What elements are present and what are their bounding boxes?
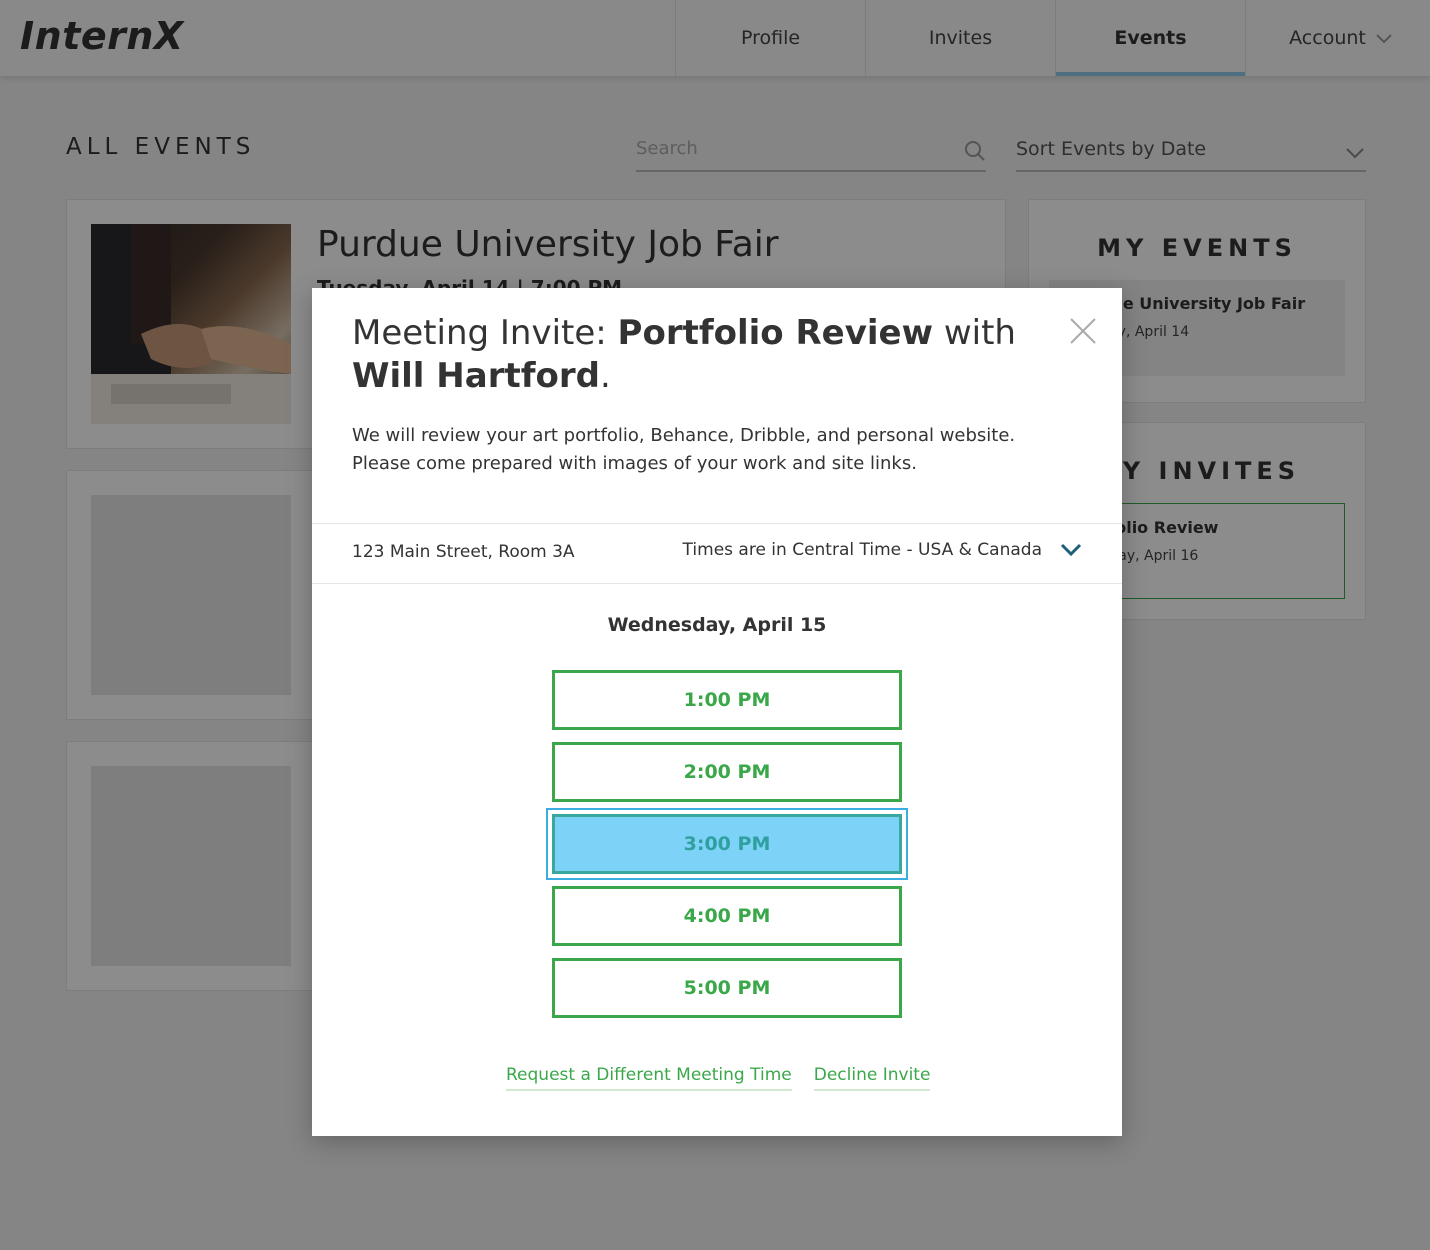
meeting-invite-modal: Meeting Invite: Portfolio Review with Wil… <box>312 288 1122 1136</box>
close-icon[interactable] <box>1068 316 1098 346</box>
meeting-info-bar: 123 Main Street, Room 3A Times are in Ce… <box>312 523 1122 584</box>
modal-title-suffix: . <box>599 356 611 396</box>
meeting-location: 123 Main Street, Room 3A <box>352 542 575 562</box>
time-slot-3pm-selected[interactable]: 3:00 PM <box>546 808 908 880</box>
modal-title-prefix: Meeting Invite: <box>352 313 618 353</box>
request-different-time-link[interactable]: Request a Different Meeting Time <box>506 1065 792 1091</box>
modal-title: Meeting Invite: Portfolio Review with Wil… <box>352 312 1052 398</box>
meeting-description: We will review your art portfolio, Behan… <box>352 422 1072 478</box>
time-slot-4pm[interactable]: 4:00 PM <box>552 886 902 946</box>
meeting-description-line: We will review your art portfolio, Behan… <box>352 425 1016 446</box>
timezone-selector[interactable]: Times are in Central Time - USA & Canada <box>683 540 1082 560</box>
meeting-host: Will Hartford <box>352 356 600 396</box>
meeting-description-line: Please come prepared with images of your… <box>352 453 917 474</box>
modal-actions: Request a Different Meeting Time Decline… <box>506 1065 931 1091</box>
chevron-down-icon <box>1060 543 1082 557</box>
meeting-name: Portfolio Review <box>617 313 934 353</box>
modal-title-middle: with <box>933 313 1016 353</box>
meeting-date: Wednesday, April 15 <box>607 614 827 636</box>
decline-invite-link[interactable]: Decline Invite <box>813 1065 931 1091</box>
timezone-label: Times are in Central Time - USA & Canada <box>682 540 1042 560</box>
time-slot-1pm[interactable]: 1:00 PM <box>552 670 902 730</box>
time-slot-2pm[interactable]: 2:00 PM <box>552 742 902 802</box>
time-slot-5pm[interactable]: 5:00 PM <box>552 958 902 1018</box>
